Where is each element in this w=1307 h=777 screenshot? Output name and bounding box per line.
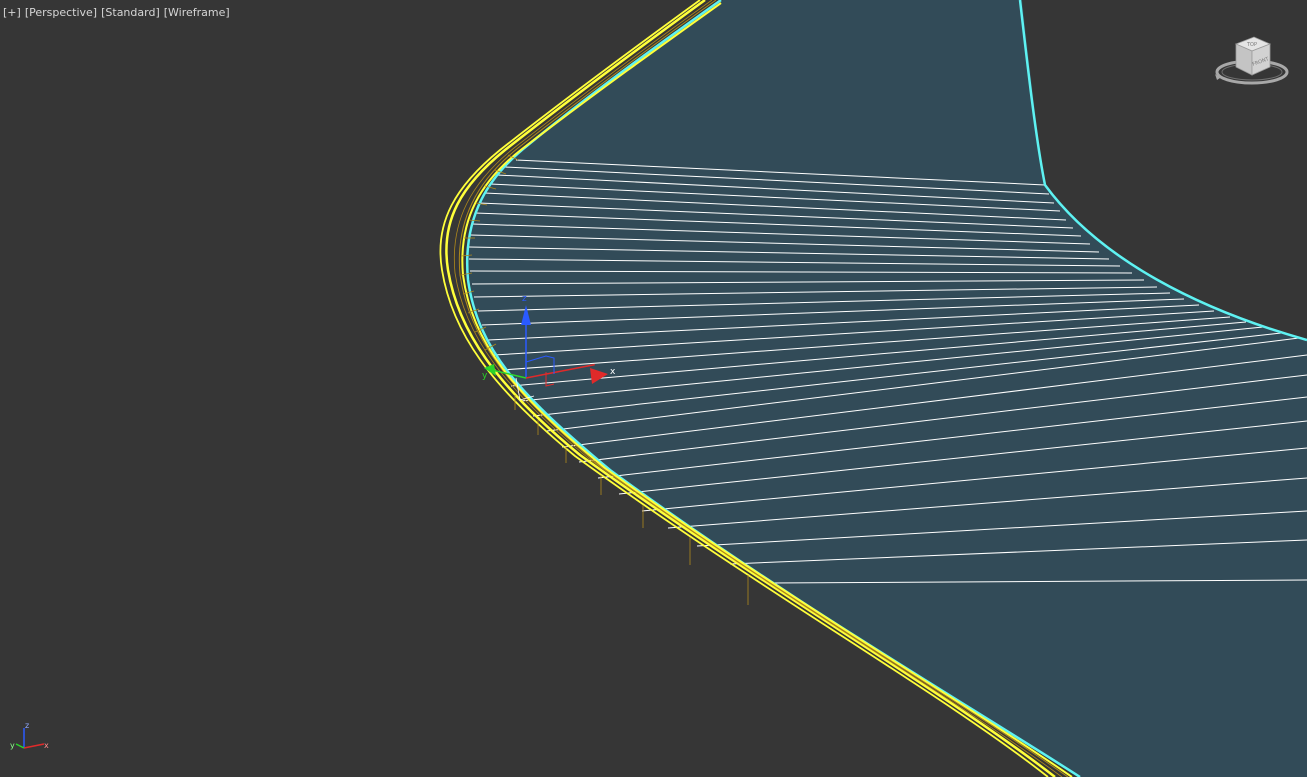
gizmo-x-label: x — [610, 367, 616, 377]
viewcube-top-label: TOP — [1246, 42, 1257, 48]
viewport-label-menu: [+] [Perspective] [Standard] [Wireframe] — [3, 5, 230, 21]
world-x-label: x — [44, 741, 49, 750]
shading-mode-label[interactable]: [Wireframe] — [164, 5, 230, 21]
viewport-menu-button[interactable]: [+] — [3, 5, 21, 21]
perspective-viewport[interactable]: z x y [+] [Perspective] [Standard] [Wire… — [0, 0, 1307, 777]
world-y-label: y — [10, 741, 15, 750]
world-y-axis — [15, 743, 25, 749]
gizmo-z-label: z — [522, 294, 527, 304]
world-axis-tripod: z x y — [10, 721, 49, 750]
world-z-label: z — [25, 721, 29, 730]
viewport-scene[interactable]: z x y — [0, 0, 1307, 777]
viewcube[interactable]: TOP FRONT — [1212, 30, 1292, 92]
gizmo-y-label: y — [482, 371, 488, 381]
shading-preset-label[interactable]: [Standard] — [101, 5, 160, 21]
view-mode-label[interactable]: [Perspective] — [25, 5, 97, 21]
world-x-axis — [23, 743, 45, 749]
